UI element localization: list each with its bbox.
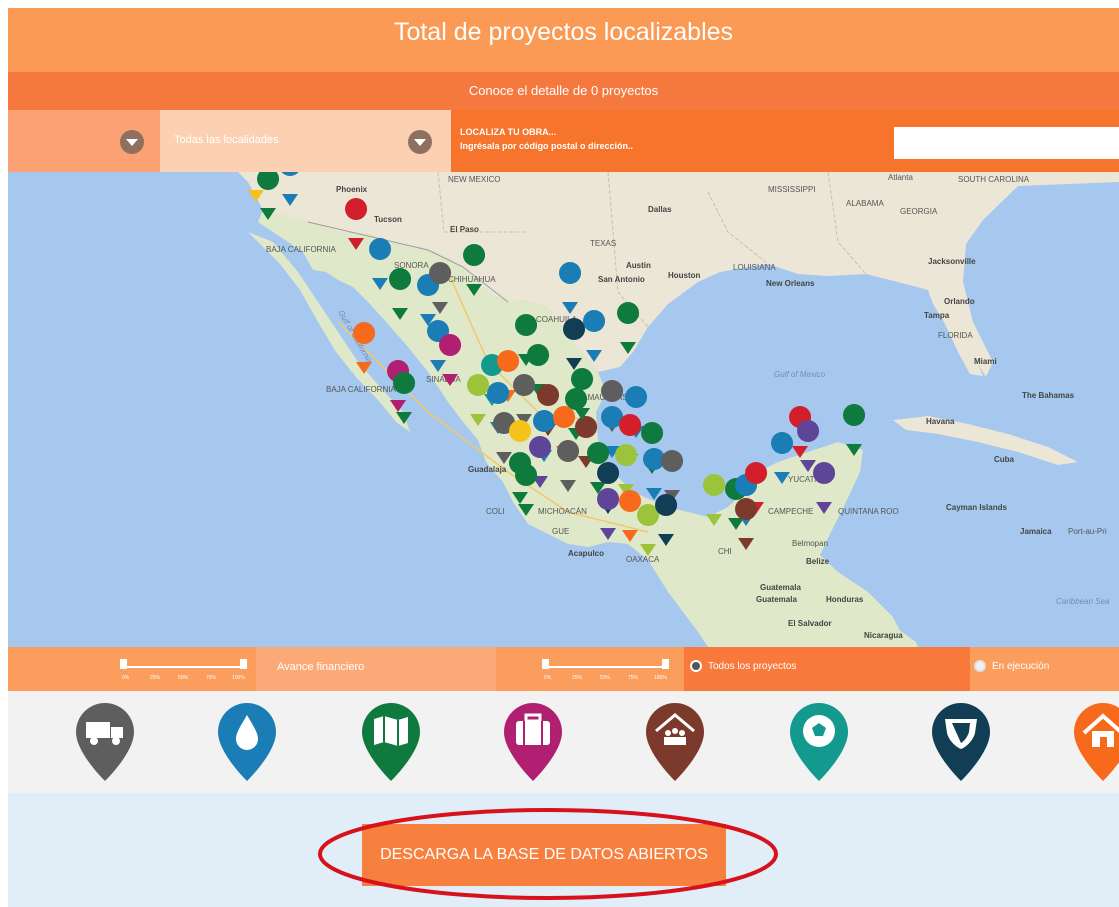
locality-label: Todas las localidades <box>174 134 279 146</box>
localiza-hint: Ingrésala por código postal o dirección.… <box>460 141 634 151</box>
svg-text:SOUTH CAROLINA: SOUTH CAROLINA <box>958 175 1030 184</box>
svg-text:Orlando: Orlando <box>944 297 975 306</box>
truck-icon[interactable] <box>74 701 136 783</box>
community-house-icon[interactable] <box>644 701 706 783</box>
svg-text:ALABAMA: ALABAMA <box>846 199 884 208</box>
avance-financiero-label: Avance financiero <box>277 661 365 673</box>
svg-text:Jamaica: Jamaica <box>1020 527 1052 536</box>
map-canvas[interactable]: NEW MEXICO MISSISSIPPI ALABAMA GEORGIA A… <box>8 172 1119 647</box>
filter-bar: Todas las localidades LOCALIZA TU OBRA..… <box>8 110 1119 172</box>
svg-text:Nicaragua: Nicaragua <box>864 631 903 640</box>
svg-text:Guatemala: Guatemala <box>756 595 797 604</box>
map-marker <box>643 448 666 500</box>
svg-text:San Antonio: San Antonio <box>598 275 645 284</box>
svg-text:75%: 75% <box>206 675 217 681</box>
svg-text:Cayman Islands: Cayman Islands <box>946 503 1007 512</box>
cuba-land <box>893 416 1078 465</box>
water-drop-icon[interactable] <box>216 701 278 783</box>
svg-text:100%: 100% <box>654 675 667 681</box>
svg-text:25%: 25% <box>572 675 583 681</box>
page: Total de proyectos localizables Conoce e… <box>8 8 1119 907</box>
svg-text:BAJA CALIFORNIA: BAJA CALIFORNIA <box>326 385 396 394</box>
svg-text:CHIHUAHUA: CHIHUAHUA <box>448 275 496 284</box>
state-filter[interactable] <box>8 110 160 172</box>
chevron-down-icon[interactable] <box>120 130 144 154</box>
svg-text:BAJA CALIFORNIA: BAJA CALIFORNIA <box>266 245 336 254</box>
svg-text:New Orleans: New Orleans <box>766 279 815 288</box>
svg-text:The Bahamas: The Bahamas <box>1022 391 1075 400</box>
svg-text:CAMPECHE: CAMPECHE <box>768 507 813 516</box>
progress-slider[interactable]: 0% 25% 50% 75% 100% <box>120 655 250 683</box>
svg-text:Honduras: Honduras <box>826 595 864 604</box>
todos-radio[interactable] <box>690 660 702 672</box>
soccer-ball-icon[interactable] <box>788 701 850 783</box>
suitcase-icon[interactable] <box>502 701 564 783</box>
localiza-title: LOCALIZA TU OBRA... <box>460 127 557 137</box>
svg-text:LOUISIANA: LOUISIANA <box>733 263 776 272</box>
svg-text:Miami: Miami <box>974 357 997 366</box>
svg-text:OAXACA: OAXACA <box>626 555 660 564</box>
svg-text:CHI: CHI <box>718 547 732 556</box>
svg-text:MISSISSIPPI: MISSISSIPPI <box>768 185 816 194</box>
svg-text:Acapulco: Acapulco <box>568 549 604 558</box>
progress-slider[interactable]: 0% 25% 50% 75% 100% <box>542 655 672 683</box>
svg-text:Caribbean Sea: Caribbean Sea <box>1056 597 1110 606</box>
svg-text:GEORGIA: GEORGIA <box>900 207 938 216</box>
svg-text:Phoenix: Phoenix <box>336 185 368 194</box>
svg-text:NEW MEXICO: NEW MEXICO <box>448 175 500 184</box>
svg-text:50%: 50% <box>178 675 189 681</box>
shield-icon[interactable] <box>930 701 992 783</box>
svg-text:FLORIDA: FLORIDA <box>938 331 973 340</box>
projects-map[interactable]: NEW MEXICO MISSISSIPPI ALABAMA GEORGIA A… <box>8 172 1119 647</box>
svg-text:QUINTANA ROO: QUINTANA ROO <box>838 507 899 516</box>
map-icon[interactable] <box>360 701 422 783</box>
svg-text:Tucson: Tucson <box>374 215 402 224</box>
svg-text:El Paso: El Paso <box>450 225 479 234</box>
svg-text:Guatemala: Guatemala <box>760 583 801 592</box>
svg-text:GUE: GUE <box>552 527 569 536</box>
download-section: DESCARGA LA BASE DE DATOS ABIERTOS <box>8 793 1119 907</box>
svg-text:Gulf of Mexico: Gulf of Mexico <box>774 370 826 379</box>
svg-text:Port-au-Pri: Port-au-Pri <box>1068 527 1107 536</box>
svg-text:Cuba: Cuba <box>994 455 1015 464</box>
address-search-input[interactable] <box>894 127 1119 159</box>
svg-text:Guadalaja: Guadalaja <box>468 465 507 474</box>
download-open-data-button[interactable]: DESCARGA LA BASE DE DATOS ABIERTOS <box>362 824 726 886</box>
svg-text:0%: 0% <box>544 675 552 681</box>
svg-text:Belmopan: Belmopan <box>792 539 828 548</box>
en-ejecucion-label: En ejecución <box>992 661 1050 672</box>
svg-text:Atlanta: Atlanta <box>888 173 913 182</box>
page-title: Total de proyectos localizables <box>8 8 1119 72</box>
svg-text:El Salvador: El Salvador <box>788 619 832 628</box>
svg-text:Belize: Belize <box>806 557 830 566</box>
category-icons-row <box>8 691 1119 793</box>
svg-text:75%: 75% <box>628 675 639 681</box>
ejecucion-radio[interactable] <box>974 660 986 672</box>
svg-text:TEXAS: TEXAS <box>590 239 616 248</box>
svg-text:COLI: COLI <box>486 507 505 516</box>
svg-text:0%: 0% <box>122 675 130 681</box>
progress-filter-bar: 0% 25% 50% 75% 100% Avance financiero 0%… <box>8 647 1119 691</box>
chevron-down-icon[interactable] <box>408 130 432 154</box>
svg-text:Austin: Austin <box>626 261 651 270</box>
house-icon[interactable] <box>1072 701 1119 783</box>
svg-text:Tampa: Tampa <box>924 311 950 320</box>
todos-proyectos-label: Todos los proyectos <box>708 661 797 672</box>
svg-text:100%: 100% <box>232 675 245 681</box>
svg-text:Dallas: Dallas <box>648 205 672 214</box>
svg-text:MICHOACÁN: MICHOACÁN <box>538 507 587 516</box>
svg-text:Houston: Houston <box>668 271 701 280</box>
svg-text:Havana: Havana <box>926 417 955 426</box>
svg-text:50%: 50% <box>600 675 611 681</box>
svg-text:Jacksonville: Jacksonville <box>928 257 976 266</box>
projects-detail-link[interactable]: Conoce el detalle de 0 proyectos <box>8 72 1119 110</box>
svg-text:25%: 25% <box>150 675 161 681</box>
